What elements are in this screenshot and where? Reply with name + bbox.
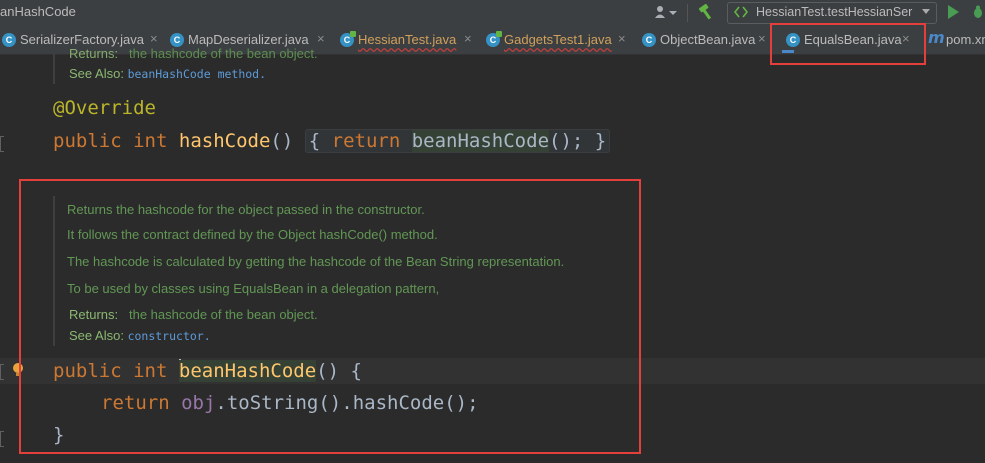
gutter-fold-marker[interactable] bbox=[0, 431, 4, 447]
window-title: anHashCode bbox=[0, 4, 76, 19]
chevron-down-icon bbox=[922, 9, 930, 14]
close-icon[interactable]: × bbox=[317, 31, 325, 46]
code-line-hashcode: public int hashCode() { return beanHashC… bbox=[53, 129, 611, 153]
run-config-label: HessianTest.testHessianSer bbox=[756, 5, 913, 19]
highlight-box-method bbox=[19, 179, 641, 454]
doc-link[interactable]: beanHashCode method. bbox=[128, 67, 266, 81]
debug-bug-icon[interactable] bbox=[970, 4, 985, 20]
class-icon: C bbox=[2, 33, 16, 47]
user-icon[interactable] bbox=[654, 5, 680, 21]
tab-label: GadgetsTest1.java bbox=[504, 32, 612, 47]
class-icon: C bbox=[170, 33, 184, 47]
doc1-see-also: See Also: beanHashCode method. bbox=[69, 66, 267, 81]
gutter-fold-marker[interactable] bbox=[0, 364, 4, 380]
close-icon[interactable]: × bbox=[464, 31, 472, 46]
close-icon[interactable]: × bbox=[150, 31, 158, 46]
tab-label: ObjectBean.java bbox=[660, 32, 756, 47]
close-icon[interactable]: × bbox=[758, 31, 766, 46]
build-hammer-icon[interactable] bbox=[697, 3, 715, 21]
folded-region[interactable]: { return beanHashCode(); } bbox=[304, 129, 611, 153]
toolbar-separator bbox=[687, 4, 688, 22]
maven-icon: m bbox=[928, 28, 945, 47]
tab-label: MapDeserializer.java bbox=[188, 32, 309, 47]
class-icon: C bbox=[642, 33, 656, 47]
gutter-fold-marker[interactable] bbox=[0, 136, 4, 152]
run-play-icon[interactable] bbox=[948, 5, 959, 19]
tab-label: pom.xm bbox=[946, 32, 985, 47]
test-class-icon: C bbox=[486, 31, 502, 47]
highlight-box-tab bbox=[770, 23, 926, 65]
tab-label: SerializerFactory.java bbox=[20, 32, 145, 47]
test-class-icon: C bbox=[340, 31, 356, 47]
doc-comment-bar bbox=[53, 54, 55, 84]
annotation-override: @Override bbox=[53, 97, 156, 119]
doc1-returns: Returns: the hashcode of the bean object… bbox=[69, 46, 318, 61]
run-config-icon bbox=[733, 5, 749, 19]
tab-label: HessianTest.java bbox=[358, 32, 457, 47]
run-configuration-select[interactable]: HessianTest.testHessianSer bbox=[727, 2, 937, 24]
close-icon[interactable]: × bbox=[618, 31, 626, 46]
